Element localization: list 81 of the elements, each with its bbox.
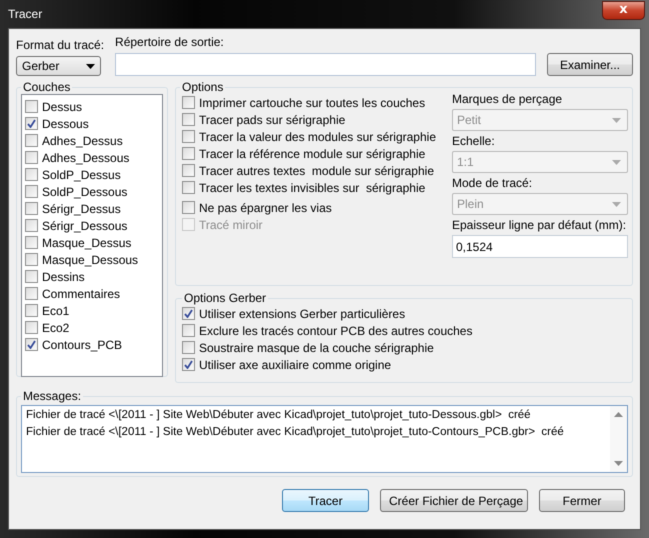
field-label: Marques de perçage: [452, 92, 564, 106]
caret-icon: [612, 160, 621, 164]
dialog-button[interactable]: Créer Fichier de Perçage: [380, 489, 528, 512]
checkbox[interactable]: [182, 96, 195, 109]
group-title: Options: [181, 80, 224, 94]
checkbox-label: Imprimer cartouche sur toutes les couches: [199, 96, 426, 110]
group-title: Messages:: [22, 389, 82, 403]
checkbox[interactable]: [182, 307, 195, 320]
checkbox[interactable]: [182, 324, 195, 337]
dialog-button[interactable]: Fermer: [539, 489, 625, 512]
checkbox-label: Sérigr_Dessous: [42, 218, 128, 232]
checkbox[interactable]: [25, 253, 38, 266]
caret-icon: [612, 202, 621, 206]
group-title: Options Gerber: [183, 291, 268, 305]
checkbox[interactable]: [182, 147, 195, 160]
checkbox[interactable]: [25, 117, 38, 130]
checkbox-label: Utiliser extensions Gerber particulières: [199, 306, 406, 320]
scrollbar[interactable]: [610, 406, 627, 472]
checkbox[interactable]: [25, 100, 38, 113]
checkbox[interactable]: [182, 341, 195, 354]
checkbox[interactable]: [25, 304, 38, 317]
checkbox-label: Eco2: [42, 320, 70, 334]
checkbox-label: Tracer les textes invisibles sur sérigraphie: [199, 180, 426, 194]
message-line: Fichier de tracé <\[2011 - ] Site Web\Débuter avec Kicad\projet_tuto\projet_tuto-Dessous.gbl> créé: [26, 409, 532, 423]
checkbox-label: Tracé miroir: [199, 218, 263, 232]
message-line: Fichier de tracé <\[2011 - ] Site Web\Débuter avec Kicad\projet_tuto\projet_tuto-Contours_PCB.gbr> créé: [26, 426, 565, 440]
group-title: Couches: [22, 80, 72, 94]
thickness-field[interactable]: 0,1524: [452, 235, 628, 258]
checkbox[interactable]: [25, 321, 38, 334]
checkbox[interactable]: [182, 358, 195, 371]
checkbox-label: Dessous: [42, 116, 89, 130]
checkbox-label: Sérigr_Dessus: [42, 202, 121, 216]
checkbox[interactable]: [25, 134, 38, 147]
checkbox-label: Eco1: [42, 304, 70, 318]
dialog-button[interactable]: Tracer: [282, 489, 369, 512]
checkbox[interactable]: [25, 185, 38, 198]
checkbox-label: Exclure les tracés contour PCB des autres couches: [199, 324, 472, 338]
checkbox-label: Utiliser axe auxiliaire comme origine: [199, 358, 392, 372]
checkbox-label: Dessins: [42, 270, 85, 284]
format-label: Format du tracé:: [16, 38, 104, 52]
checkbox-label: SoldP_Dessous: [42, 184, 128, 198]
checkbox[interactable]: [25, 202, 38, 215]
output-field[interactable]: [115, 53, 536, 76]
checkbox[interactable]: [182, 164, 195, 177]
checkbox[interactable]: [25, 219, 38, 232]
checkbox[interactable]: [25, 168, 38, 181]
close-button[interactable]: x: [602, 0, 645, 20]
checkbox-label: Tracer pads sur sérigraphie: [199, 112, 346, 126]
output-label: Répertoire de sortie:: [115, 35, 225, 49]
checkbox[interactable]: [25, 151, 38, 164]
checkbox[interactable]: [25, 270, 38, 283]
checkbox-label: Tracer autres textes module sur sérigraphie: [199, 164, 434, 178]
checkbox-label: Commentaires: [42, 286, 120, 300]
checkbox[interactable]: [182, 181, 195, 194]
window-title: Tracer: [8, 7, 42, 21]
checkbox[interactable]: [25, 287, 38, 300]
checkbox[interactable]: [182, 130, 195, 143]
checkbox-label: Adhes_Dessus: [42, 134, 123, 148]
checkbox-label: SoldP_Dessus: [42, 168, 121, 182]
field-label: Echelle:: [452, 134, 496, 148]
checkbox-label: Masque_Dessus: [42, 236, 132, 250]
scroll-down-icon[interactable]: [614, 461, 623, 466]
field-label: Mode de tracé:: [452, 176, 534, 190]
format-dropdown[interactable]: Gerber: [16, 56, 101, 76]
scroll-up-icon[interactable]: [614, 412, 623, 417]
checkbox-label: Adhes_Dessous: [42, 150, 130, 164]
checkbox[interactable]: [182, 201, 195, 214]
checkbox-label: Soustraire masque de la couche sérigraphie: [199, 340, 434, 354]
checkbox[interactable]: [182, 113, 195, 126]
checkbox-label: Tracer la valeur des modules sur sérigraphie: [199, 130, 436, 144]
checkbox[interactable]: [25, 236, 38, 249]
field-label: Epaisseur ligne par défaut (mm):: [452, 218, 628, 232]
checkbox-label: Tracer la référence module sur sérigraphie: [199, 146, 426, 160]
checkbox-label: Contours_PCB: [42, 338, 122, 352]
checkbox-label: Ne pas épargner les vias: [199, 200, 332, 214]
checkbox-label: Dessus: [42, 100, 82, 114]
caret-icon: [86, 64, 95, 68]
caret-icon: [612, 118, 621, 122]
checkbox[interactable]: [25, 338, 38, 351]
browse-button[interactable]: Examiner...: [547, 53, 633, 76]
checkbox-label: Masque_Dessous: [42, 252, 138, 266]
